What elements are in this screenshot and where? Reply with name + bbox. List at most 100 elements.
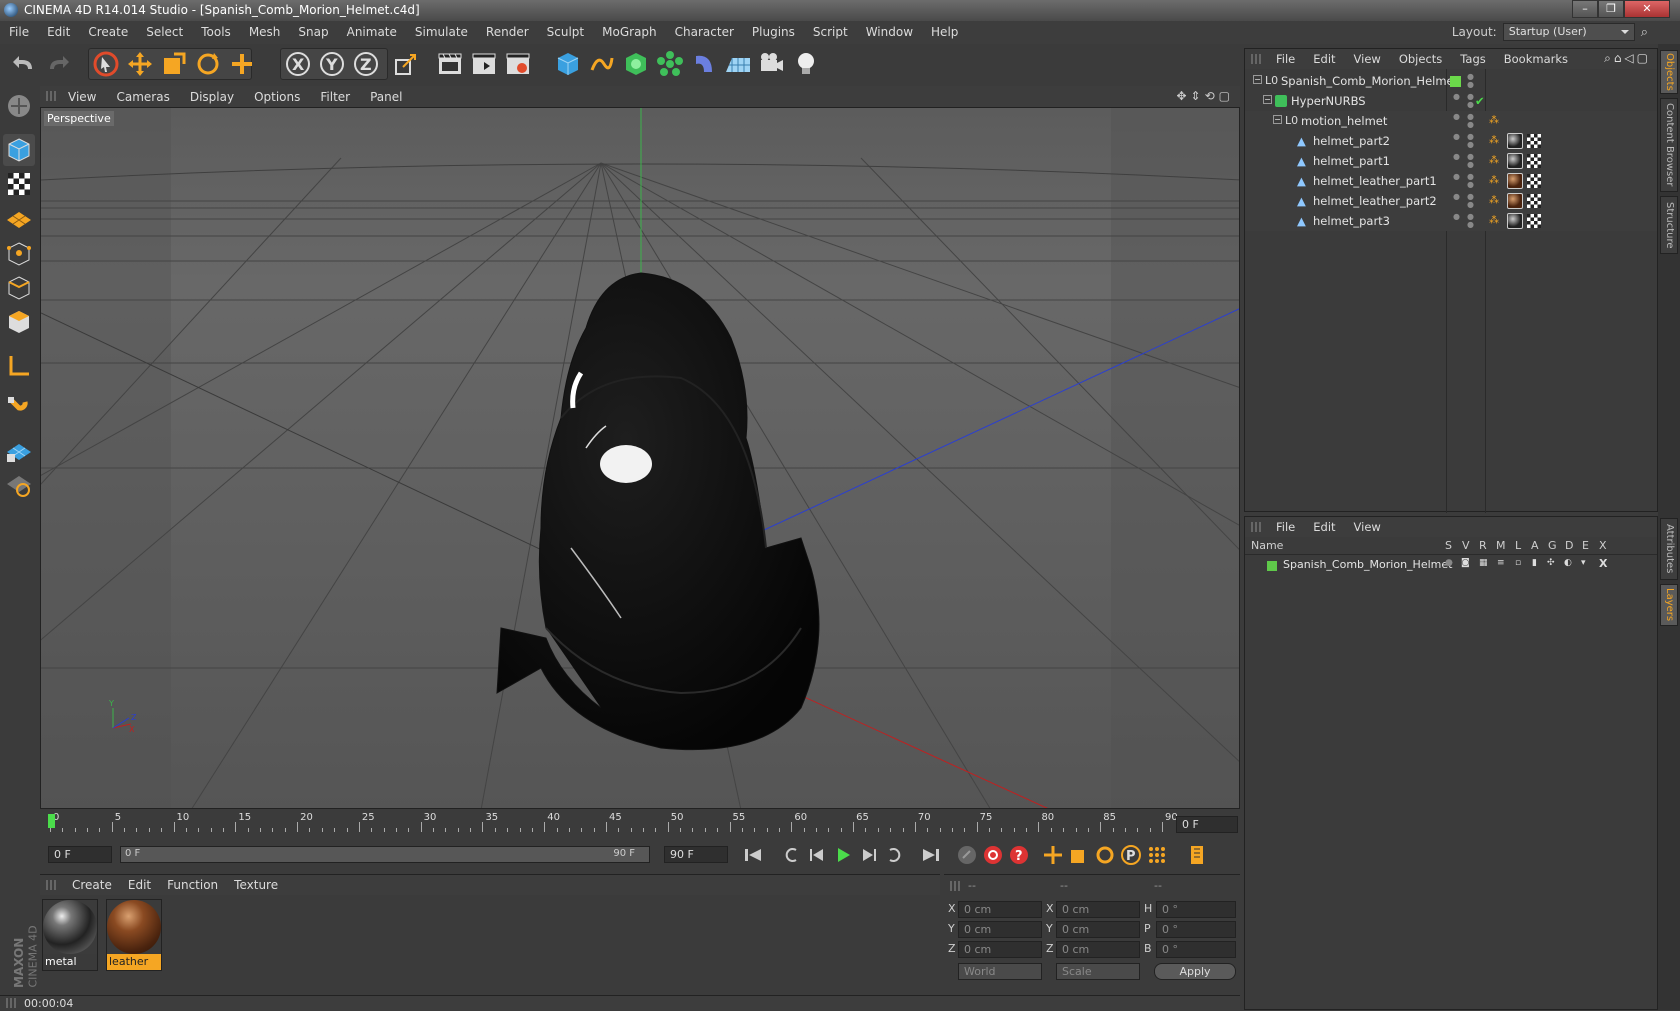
- menu-file[interactable]: File: [0, 21, 38, 44]
- layer-column-generators[interactable]: G: [1548, 539, 1557, 552]
- y-axis-lock-icon[interactable]: Y: [316, 48, 348, 80]
- key-rotation-icon[interactable]: [1092, 842, 1118, 868]
- tab-structure[interactable]: Structure: [1660, 196, 1678, 254]
- redo-icon[interactable]: [42, 48, 74, 80]
- layer-expression-icon[interactable]: ▾: [1581, 558, 1586, 568]
- key-point-level-icon[interactable]: [1144, 842, 1170, 868]
- rotation-p-field[interactable]: 0 °: [1156, 921, 1236, 938]
- end-frame-field[interactable]: 90 F: [664, 846, 728, 863]
- menu-create[interactable]: Create: [79, 21, 137, 44]
- play-icon[interactable]: [830, 842, 856, 868]
- size-y-field[interactable]: 0 cm: [1056, 921, 1140, 938]
- rotation-h-field[interactable]: 0 °: [1156, 901, 1236, 918]
- phong-tag-icon[interactable]: ⁂: [1489, 151, 1499, 171]
- viewport-menu-panel[interactable]: Panel: [360, 90, 412, 104]
- viewport-menu-cameras[interactable]: Cameras: [106, 90, 179, 104]
- key-position-icon[interactable]: [1040, 842, 1066, 868]
- layer-menu-file[interactable]: File: [1267, 520, 1304, 534]
- visibility-dots-icon[interactable]: ● ●: [1467, 173, 1474, 189]
- layer-lock-icon[interactable]: ▫: [1515, 558, 1521, 568]
- frame-range-slider[interactable]: 0 F 90 F: [120, 846, 650, 863]
- layer-column-xref[interactable]: X: [1599, 539, 1607, 552]
- coordinate-system-icon[interactable]: [390, 48, 422, 80]
- visibility-dots-icon[interactable]: ● ●: [1467, 113, 1474, 129]
- layer-generator-icon[interactable]: ✣: [1547, 558, 1555, 568]
- menu-select[interactable]: Select: [137, 21, 192, 44]
- uvw-tag-icon[interactable]: [1527, 214, 1541, 228]
- camera-icon[interactable]: [756, 48, 788, 80]
- perspective-viewport[interactable]: Y Z X Perspective: [40, 107, 1240, 809]
- coordinate-space-select[interactable]: World: [958, 963, 1042, 980]
- tab-attributes[interactable]: Attributes: [1660, 518, 1678, 580]
- object-row-helmet-leather-part1[interactable]: ▲ helmet_leather_part1 ● ● ● ⁂: [1245, 171, 1657, 191]
- collapse-toggle-icon[interactable]: −: [1253, 75, 1262, 84]
- autokey-icon[interactable]: [980, 842, 1006, 868]
- spline-pen-icon[interactable]: [586, 48, 618, 80]
- layer-animation-icon[interactable]: ▮: [1532, 558, 1537, 568]
- uvw-tag-icon[interactable]: [1527, 194, 1541, 208]
- x-axis-lock-icon[interactable]: X: [282, 48, 314, 80]
- visibility-dots-icon[interactable]: ●: [1453, 133, 1460, 141]
- array-cloner-icon[interactable]: [654, 48, 686, 80]
- snap-magnet-icon[interactable]: [3, 392, 35, 424]
- next-key-icon[interactable]: [882, 842, 908, 868]
- uvw-tag-icon[interactable]: [1527, 154, 1541, 168]
- object-row-hypernurbs[interactable]: − HyperNURBS ● ● ● ✔: [1245, 91, 1657, 111]
- layer-column-render[interactable]: R: [1479, 539, 1487, 552]
- visibility-dots-icon[interactable]: ●: [1453, 193, 1460, 201]
- go-to-end-icon[interactable]: [918, 842, 944, 868]
- timeline-ruler[interactable]: 0 5 10 15 20 25 30 35 40 45 50 55 60 65 70 75 80 85 90 0 F: [40, 812, 1240, 836]
- object-row-helmet-leather-part2[interactable]: ▲ helmet_leather_part2 ● ● ● ⁂: [1245, 191, 1657, 211]
- material-menu-texture[interactable]: Texture: [226, 878, 286, 892]
- leather-material-tag-icon[interactable]: [1507, 193, 1523, 209]
- object-manager-nav-icons[interactable]: ⌕⌂◁▢: [1604, 51, 1651, 66]
- cube-primitive-icon[interactable]: [552, 48, 584, 80]
- menu-snap[interactable]: Snap: [289, 21, 337, 44]
- menu-edit[interactable]: Edit: [38, 21, 79, 44]
- visibility-dots-icon[interactable]: ● ●: [1467, 133, 1474, 149]
- layer-render-icon[interactable]: ▦: [1479, 558, 1488, 568]
- rotate-icon[interactable]: [192, 48, 224, 80]
- minimize-button[interactable]: –: [1572, 0, 1598, 18]
- layer-column-animation[interactable]: A: [1531, 539, 1539, 552]
- key-scale-icon[interactable]: [1066, 842, 1092, 868]
- object-row-helmet-part1[interactable]: ▲ helmet_part1 ● ● ● ⁂: [1245, 151, 1657, 171]
- collapse-toggle-icon[interactable]: −: [1263, 95, 1272, 104]
- phong-tag-icon[interactable]: ⁂: [1489, 211, 1499, 231]
- live-selection-icon[interactable]: [90, 48, 122, 80]
- leather-material-tag-icon[interactable]: [1507, 173, 1523, 189]
- timeline-window-icon[interactable]: [1184, 842, 1210, 868]
- layer-xref-icon[interactable]: X: [1599, 557, 1607, 570]
- layer-column-solo[interactable]: S: [1445, 539, 1452, 552]
- search-icon[interactable]: ⌕: [1641, 25, 1648, 40]
- phong-tag-icon[interactable]: ⁂: [1489, 171, 1499, 191]
- material-menu-create[interactable]: Create: [64, 878, 120, 892]
- visibility-dots-icon[interactable]: ●: [1453, 93, 1460, 101]
- go-to-start-icon[interactable]: [740, 842, 766, 868]
- menu-tools[interactable]: Tools: [192, 21, 240, 44]
- transform-icon[interactable]: [226, 48, 258, 80]
- layer-column-expressions[interactable]: E: [1582, 539, 1589, 552]
- material-menu-function[interactable]: Function: [159, 878, 226, 892]
- layer-column-deformers[interactable]: D: [1565, 539, 1573, 552]
- solo-mode-icon[interactable]: [3, 468, 35, 500]
- uvw-tag-icon[interactable]: [1527, 134, 1541, 148]
- enabled-check-icon[interactable]: ✔: [1475, 91, 1485, 111]
- render-view-icon[interactable]: [434, 48, 466, 80]
- start-frame-field[interactable]: 0 F: [48, 846, 112, 863]
- viewport-menu-options[interactable]: Options: [244, 90, 310, 104]
- visibility-dots-icon[interactable]: ●: [1453, 153, 1460, 161]
- record-keys-disabled-icon[interactable]: [954, 842, 980, 868]
- texture-mode-icon[interactable]: [3, 168, 35, 200]
- position-y-field[interactable]: 0 cm: [958, 921, 1042, 938]
- keyframe-selection-icon[interactable]: ?: [1006, 842, 1032, 868]
- object-row-helmet-part2[interactable]: ▲ helmet_part2 ● ● ● ⁂: [1245, 131, 1657, 151]
- layer-deformer-icon[interactable]: ◐: [1564, 558, 1572, 568]
- visibility-dots-icon[interactable]: ●: [1453, 113, 1460, 121]
- workplane-lock-icon[interactable]: [3, 434, 35, 466]
- object-row-motion-helmet[interactable]: − L0 motion_helmet ● ● ● ⁂: [1245, 111, 1657, 131]
- menu-mograph[interactable]: MoGraph: [593, 21, 666, 44]
- layer-visible-icon[interactable]: ◙: [1461, 558, 1470, 568]
- object-menu-bookmarks[interactable]: Bookmarks: [1495, 52, 1577, 66]
- current-frame-field[interactable]: 0 F: [1176, 816, 1238, 833]
